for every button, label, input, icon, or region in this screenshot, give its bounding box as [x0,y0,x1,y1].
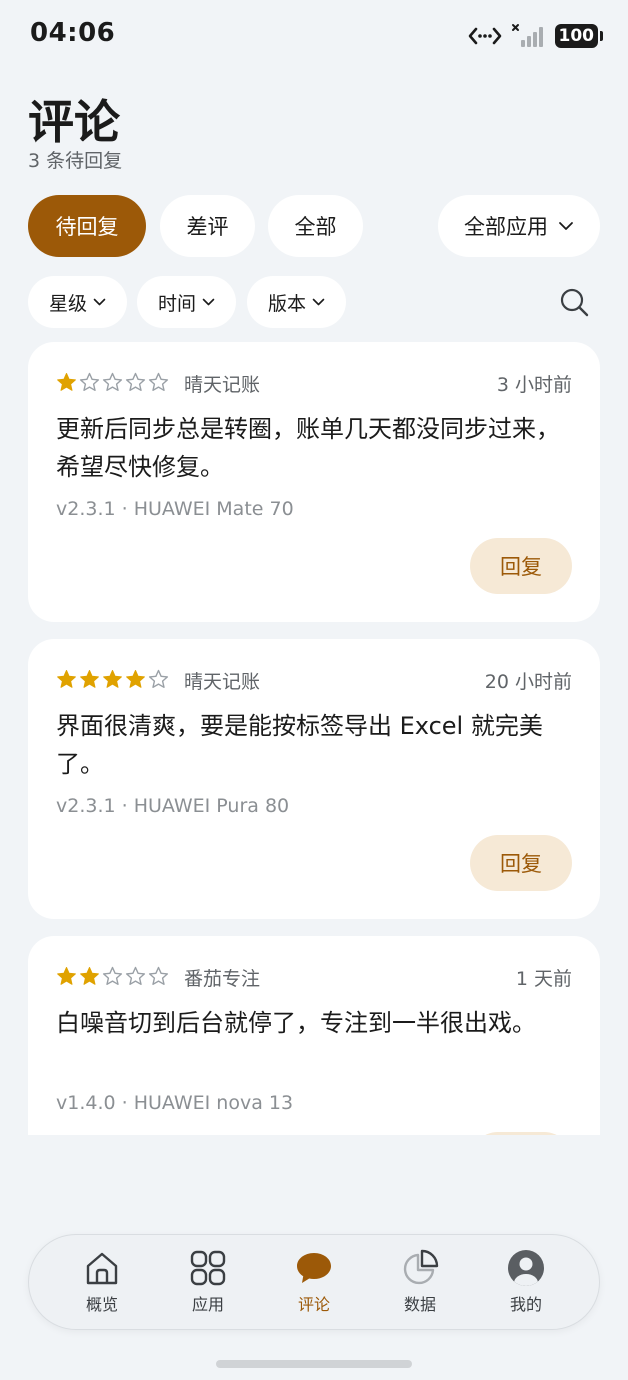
data-transfer-icon [468,27,501,45]
nav-item-overview[interactable]: 概览 [62,1249,142,1321]
nav-item-me[interactable]: 我的 [486,1249,566,1321]
star-rating [56,669,169,690]
review-time: 1 天前 [515,968,572,990]
star-filled-icon [57,373,76,391]
tab-all-reviews[interactable]: 全部 [268,195,363,257]
review-list[interactable]: 晴天记账 3 小时前 更新后同步总是转圈，账单几天都没同步过来，希望尽快修复。 … [28,342,600,1135]
nav-item-apps[interactable]: 应用 [168,1249,248,1321]
nav-label: 数据 [403,1295,436,1314]
star-filled-icon [80,967,99,985]
star-empty-icon [148,372,169,391]
app-filter-dropdown[interactable]: 全部应用 [438,195,600,257]
nav-label: 应用 [191,1295,224,1314]
review-meta: v2.3.1 · HUAWEI Pura 80 [56,795,290,817]
chat-bubble-icon [297,1253,331,1283]
tab-pending-reply[interactable]: 待回复 [28,195,146,257]
review-card[interactable]: 晴天记账 20 小时前 界面很清爽，要是能按标签导出 Excel 就完美了。 v… [28,639,600,919]
reply-button[interactable]: 回复 [470,1132,572,1135]
star-filled-icon [80,670,99,688]
star-filled-icon [57,967,76,985]
star-empty-icon [102,372,123,391]
review-time: 3 小时前 [496,374,572,396]
review-app-name: 番茄专注 [184,968,261,990]
battery-indicator: 100 [554,24,603,48]
chip-label: 星级 [48,292,87,315]
bottom-navigation: 概览 应用 评论 数据 我的 [28,1234,600,1330]
pie-chart-icon [403,1249,439,1285]
review-time: 20 小时前 [484,671,572,693]
sort-by-time-chip[interactable]: 时间 [137,276,236,328]
nav-item-reviews[interactable]: 评论 [274,1249,354,1321]
star-filled-icon [103,670,122,688]
review-app-name: 晴天记账 [184,671,261,693]
tab-negative-reviews[interactable]: 差评 [160,195,255,257]
page-title: 评论 [28,95,120,149]
sort-chips: 星级 时间 版本 [28,276,600,328]
star-rating [56,966,169,987]
pending-count-subtitle: 3 条待回复 [28,150,123,172]
sort-by-rating-chip[interactable]: 星级 [28,276,127,328]
review-app-name: 晴天记账 [184,374,261,396]
chevron-down-icon [93,298,106,306]
status-time: 04:06 [30,18,116,48]
nav-label: 评论 [297,1295,330,1314]
sort-by-version-chip[interactable]: 版本 [247,276,346,328]
chevron-down-icon [202,298,215,306]
star-filled-icon [57,670,76,688]
apps-grid-icon [190,1250,226,1286]
star-empty-icon [79,372,100,391]
nav-label: 概览 [85,1295,118,1314]
chip-label: 时间 [157,292,196,315]
review-card[interactable]: 番茄专注 1 天前 白噪音切到后台就停了，专注到一半很出戏。 v1.4.0 · … [28,936,600,1135]
review-text: 白噪音切到后台就停了，专注到一半很出戏。 [56,1009,536,1037]
star-empty-icon [148,966,169,985]
app-filter-label: 全部应用 [464,215,548,239]
filter-tabs: 待回复 差评 全部 全部应用 [28,195,600,257]
reply-button[interactable]: 回复 [470,835,572,891]
chevron-down-icon [312,298,325,306]
nav-item-data[interactable]: 数据 [380,1249,460,1321]
home-indicator[interactable] [216,1360,412,1368]
star-empty-icon [102,966,123,985]
review-card[interactable]: 晴天记账 3 小时前 更新后同步总是转圈，账单几天都没同步过来，希望尽快修复。 … [28,342,600,622]
review-text: 更新后同步总是转圈，账单几天都没同步过来，希望尽快修复。 [56,415,560,481]
star-empty-icon [148,669,169,688]
no-signal-icon [511,24,543,47]
nav-label: 我的 [509,1295,542,1314]
status-icons: 100 [467,22,603,50]
chip-label: 版本 [267,292,306,315]
search-icon[interactable] [558,286,590,318]
star-filled-icon [126,670,145,688]
star-empty-icon [125,372,146,391]
reply-button[interactable]: 回复 [470,538,572,594]
chevron-down-icon [559,222,573,230]
star-rating [56,372,169,393]
home-icon [86,1252,118,1285]
review-text: 界面很清爽，要是能按标签导出 Excel 就完美了。 [56,712,543,778]
review-meta: v1.4.0 · HUAWEI nova 13 [56,1092,294,1114]
review-meta: v2.3.1 · HUAWEI Mate 70 [56,498,294,520]
status-bar: 04:06 100 [0,0,628,70]
star-empty-icon [125,966,146,985]
user-avatar-icon [508,1250,544,1286]
